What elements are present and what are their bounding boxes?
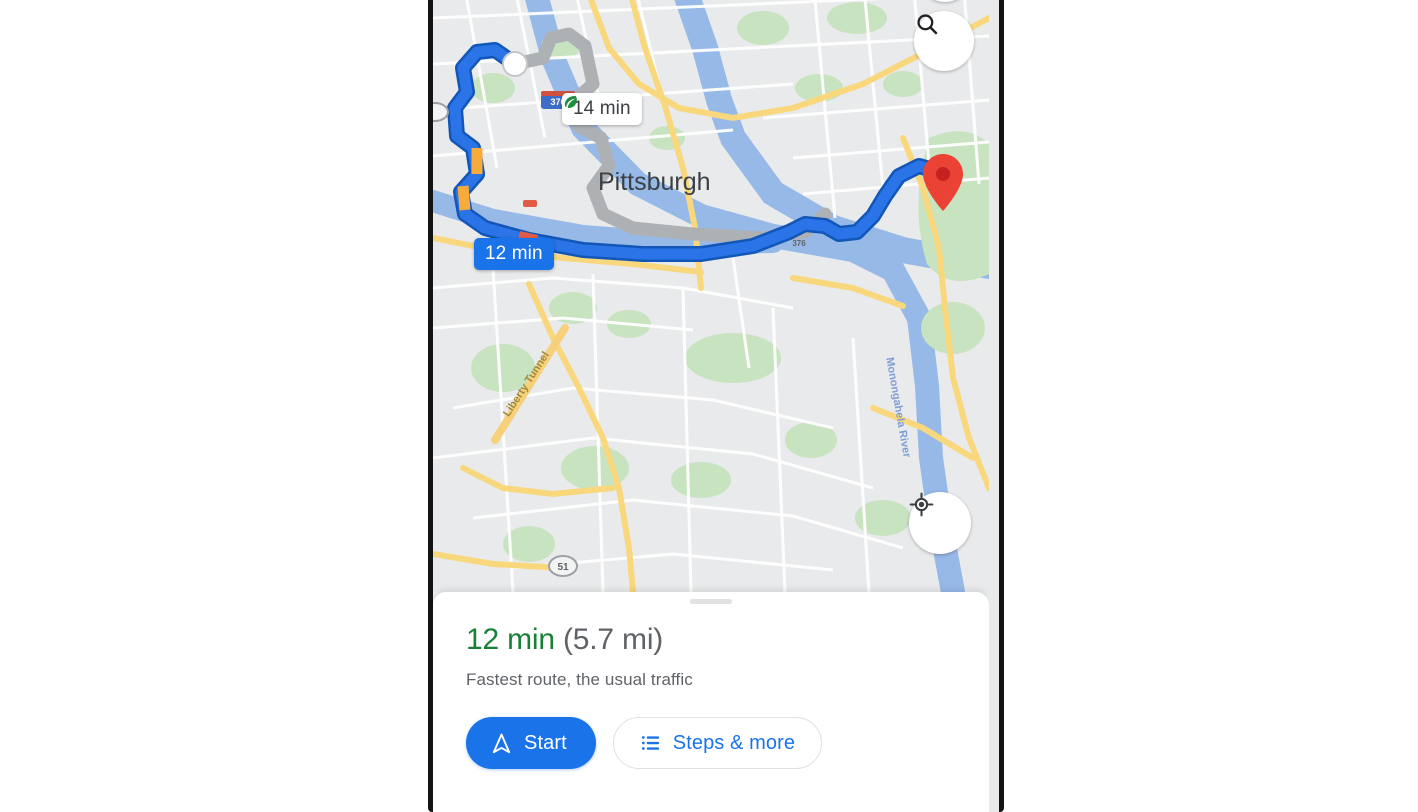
route-badge-alternate[interactable]: 14 min	[562, 93, 642, 125]
eco-leaf-icon	[564, 95, 577, 108]
phone-frame: Liberty Tunnel Monongahela River 376 51 …	[428, 0, 1004, 812]
svg-text:376: 376	[792, 239, 806, 248]
map-vector: Liberty Tunnel Monongahela River 376 51 …	[433, 0, 989, 592]
route-summary: 12 min (5.7 mi)	[466, 623, 663, 657]
svg-text:51: 51	[557, 562, 569, 573]
screenshot-root: Liberty Tunnel Monongahela River 376 51 …	[0, 0, 1418, 812]
search-button[interactable]	[914, 11, 974, 71]
list-icon	[641, 736, 659, 750]
start-button-label: Start	[524, 731, 567, 754]
route-badge-alternate-label: 14 min	[573, 98, 631, 119]
route-bottom-sheet[interactable]: 12 min (5.7 mi) Fastest route, the usual…	[433, 592, 989, 812]
incident-marker	[523, 200, 537, 207]
route-badge-primary-label: 12 min	[485, 243, 543, 264]
my-location-icon	[909, 492, 934, 517]
phone-screen: Liberty Tunnel Monongahela River 376 51 …	[433, 0, 989, 812]
eta-distance: (5.7 mi)	[563, 623, 664, 656]
steps-and-more-button-label: Steps & more	[672, 731, 796, 754]
map-highway-shield-51: 51	[548, 555, 578, 577]
drag-handle[interactable]	[690, 599, 732, 604]
route-description: Fastest route, the usual traffic	[466, 670, 693, 689]
navigation-arrow-icon	[492, 733, 511, 753]
map-road-label-small: 376	[792, 239, 806, 248]
start-button[interactable]: Start	[466, 717, 596, 769]
eta-duration: 12 min	[466, 623, 555, 656]
map-label-pittsburgh: Pittsburgh	[598, 168, 711, 196]
my-location-button[interactable]	[909, 492, 971, 554]
route-badge-primary[interactable]: 12 min	[474, 238, 554, 270]
search-icon	[917, 14, 938, 35]
route-actions: Start Steps & more	[466, 717, 823, 769]
origin-dot	[502, 51, 528, 77]
steps-and-more-button[interactable]: Steps & more	[612, 717, 823, 769]
map-canvas[interactable]: Liberty Tunnel Monongahela River 376 51 …	[433, 0, 989, 592]
map-highway-shield-edge	[433, 102, 449, 122]
